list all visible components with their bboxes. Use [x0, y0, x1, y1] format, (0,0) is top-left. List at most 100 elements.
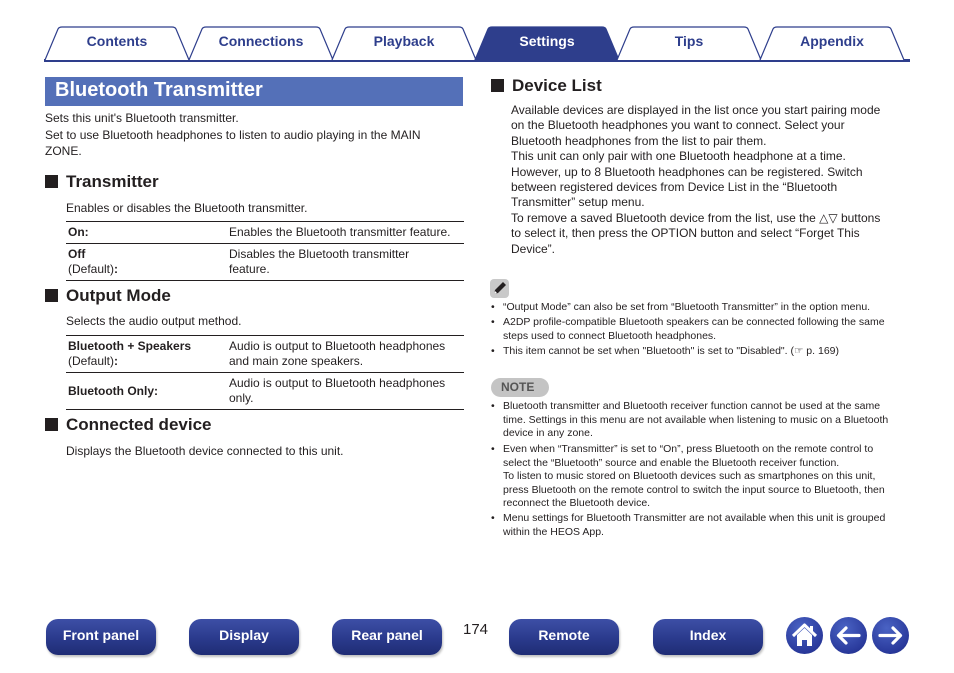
tip-text: steps used to connect Bluetooth headphon… — [503, 329, 717, 342]
button-label: Rear panel — [351, 627, 423, 643]
button-label: Index — [689, 627, 727, 643]
note-text: Menu settings for Bluetooth Transmitter … — [503, 512, 886, 524]
tab-connections[interactable]: Connections — [188, 26, 334, 60]
home-button[interactable] — [786, 617, 823, 654]
page-number: 174 — [463, 621, 489, 638]
output-mode-options-table: Bluetooth + Speakers (Default): Audio is … — [66, 335, 464, 410]
heading-text: Transmitter — [66, 172, 159, 191]
tab-playback[interactable]: Playback — [331, 26, 477, 60]
index-button[interactable]: Index — [653, 619, 763, 655]
forward-arrow-icon — [878, 626, 903, 645]
device-list-description: Available devices are displayed in the l… — [511, 103, 880, 257]
tip-text: “Output Mode” can also be set from “Blue… — [503, 301, 871, 313]
note-label: NOTE — [501, 380, 535, 394]
text-line: This unit can only pair with one Bluetoo… — [511, 149, 846, 164]
option-value: Audio is output to Bluetooth headphones o… — [227, 372, 464, 410]
note-text: time. Settings in this menu are not avai… — [503, 413, 889, 426]
tab-label: Contents — [86, 33, 148, 49]
remote-button[interactable]: Remote — [509, 619, 619, 655]
option-key-colon: : — [114, 262, 119, 276]
transmitter-options-table: On: Enables the Bluetooth transmitter fe… — [66, 221, 464, 281]
value-line: Audio is output to Bluetooth headphones — [229, 339, 446, 353]
text-line: to select it, then press the OPTION butt… — [511, 226, 860, 241]
tab-label: Settings — [519, 33, 575, 49]
tab-appendix[interactable]: Appendix — [759, 26, 905, 60]
text-line: However, up to 8 Bluetooth headphones ca… — [511, 164, 863, 179]
button-label: Front panel — [62, 627, 140, 643]
value-line: and main zone speakers. — [229, 354, 364, 368]
text-line: Bluetooth headphones from the list to pa… — [511, 133, 767, 148]
option-value: Audio is output to Bluetooth headphones a… — [227, 335, 464, 373]
intro-line-3: ZONE. — [45, 144, 82, 158]
output-mode-description: Selects the audio output method. — [66, 314, 242, 328]
home-icon — [791, 623, 818, 646]
value-line: Disables the Bluetooth transmitter — [229, 247, 410, 261]
text-line: Device”. — [511, 241, 556, 256]
option-key: On: — [66, 221, 227, 244]
tab-contents[interactable]: Contents — [44, 26, 190, 60]
page-title: Bluetooth Transmitter — [55, 79, 263, 101]
bullet-icon: • — [491, 345, 495, 357]
note-text: press Bluetooth on the remote control to… — [503, 483, 885, 496]
table-row: On: Enables the Bluetooth transmitter fe… — [66, 221, 464, 244]
bullet-icon: • — [491, 316, 495, 328]
back-button[interactable] — [830, 617, 867, 654]
table-row: Bluetooth Only: Audio is output to Bluet… — [66, 372, 464, 410]
tip-item: • “Output Mode” can also be set from “Bl… — [491, 301, 916, 315]
note-item: • Menu settings for Bluetooth Transmitte… — [491, 512, 916, 539]
section-heading-connected-device: Connected device — [45, 415, 212, 435]
section-heading-output-mode: Output Mode — [45, 286, 171, 306]
heading-text: Connected device — [66, 415, 212, 434]
tab-label: Tips — [674, 33, 704, 49]
option-key: Off (Default): — [66, 243, 227, 281]
note-badge: NOTE — [491, 378, 549, 397]
tab-label: Playback — [373, 33, 435, 49]
tip-item: • A2DP profile-compatible Bluetooth spea… — [491, 316, 916, 343]
note-text: select the “Bluetooth” source and enable… — [503, 456, 840, 469]
option-key-default: (Default) — [68, 354, 115, 368]
square-bullet-icon — [491, 79, 504, 92]
section-heading-transmitter: Transmitter — [45, 172, 159, 192]
bullet-icon: • — [491, 301, 495, 313]
tip-text: This item cannot be set when "Bluetooth"… — [503, 345, 839, 357]
pencil-icon — [490, 279, 509, 298]
option-key-main: Bluetooth + Speakers — [68, 339, 192, 353]
tab-tips[interactable]: Tips — [616, 26, 762, 60]
bullet-icon: • — [491, 512, 495, 524]
note-item: • Even when “Transmitter” is set to “On”… — [491, 443, 916, 511]
page-title-bar: Bluetooth Transmitter — [45, 77, 463, 106]
square-bullet-icon — [45, 175, 58, 188]
front-panel-button[interactable]: Front panel — [46, 619, 156, 655]
note-text: Even when “Transmitter” is set to “On”, … — [503, 443, 874, 455]
heading-text: Output Mode — [66, 286, 171, 305]
note-text: within the HEOS App. — [503, 525, 604, 538]
forward-button[interactable] — [872, 617, 909, 654]
text-line: between registered devices from Device L… — [511, 180, 838, 195]
value-line: only. — [229, 391, 254, 405]
connected-device-description: Displays the Bluetooth device connected … — [66, 444, 344, 458]
tab-settings[interactable]: Settings — [474, 26, 620, 60]
heading-text: Device List — [512, 76, 602, 95]
tab-bar: Contents Connections Playback Settings T… — [44, 26, 910, 62]
button-label: Display — [219, 627, 269, 643]
back-arrow-icon — [836, 626, 861, 645]
section-heading-device-list: Device List — [491, 76, 602, 96]
rear-panel-button[interactable]: Rear panel — [332, 619, 442, 655]
note-item: • Bluetooth transmitter and Bluetooth re… — [491, 400, 916, 441]
transmitter-description: Enables or disables the Bluetooth transm… — [66, 201, 308, 215]
option-key: Bluetooth + Speakers (Default): — [66, 335, 227, 373]
option-value: Disables the Bluetooth transmitter featur… — [227, 243, 464, 281]
option-key-default: (Default) — [68, 262, 115, 276]
square-bullet-icon — [45, 418, 58, 431]
option-key-colon: : — [114, 354, 119, 368]
display-button[interactable]: Display — [189, 619, 299, 655]
option-value: Enables the Bluetooth transmitter featur… — [227, 221, 464, 244]
tip-text: A2DP profile-compatible Bluetooth speake… — [503, 316, 885, 328]
note-text: Bluetooth transmitter and Bluetooth rece… — [503, 400, 881, 412]
tab-label: Appendix — [800, 33, 864, 49]
note-text: reconnect the Bluetooth device. — [503, 497, 651, 509]
intro-line-1: Sets this unit's Bluetooth transmitter. — [45, 111, 239, 125]
text-line: Available devices are displayed in the l… — [511, 103, 881, 117]
bullet-icon: • — [491, 400, 495, 412]
value-line: Audio is output to Bluetooth headphones — [229, 376, 446, 390]
